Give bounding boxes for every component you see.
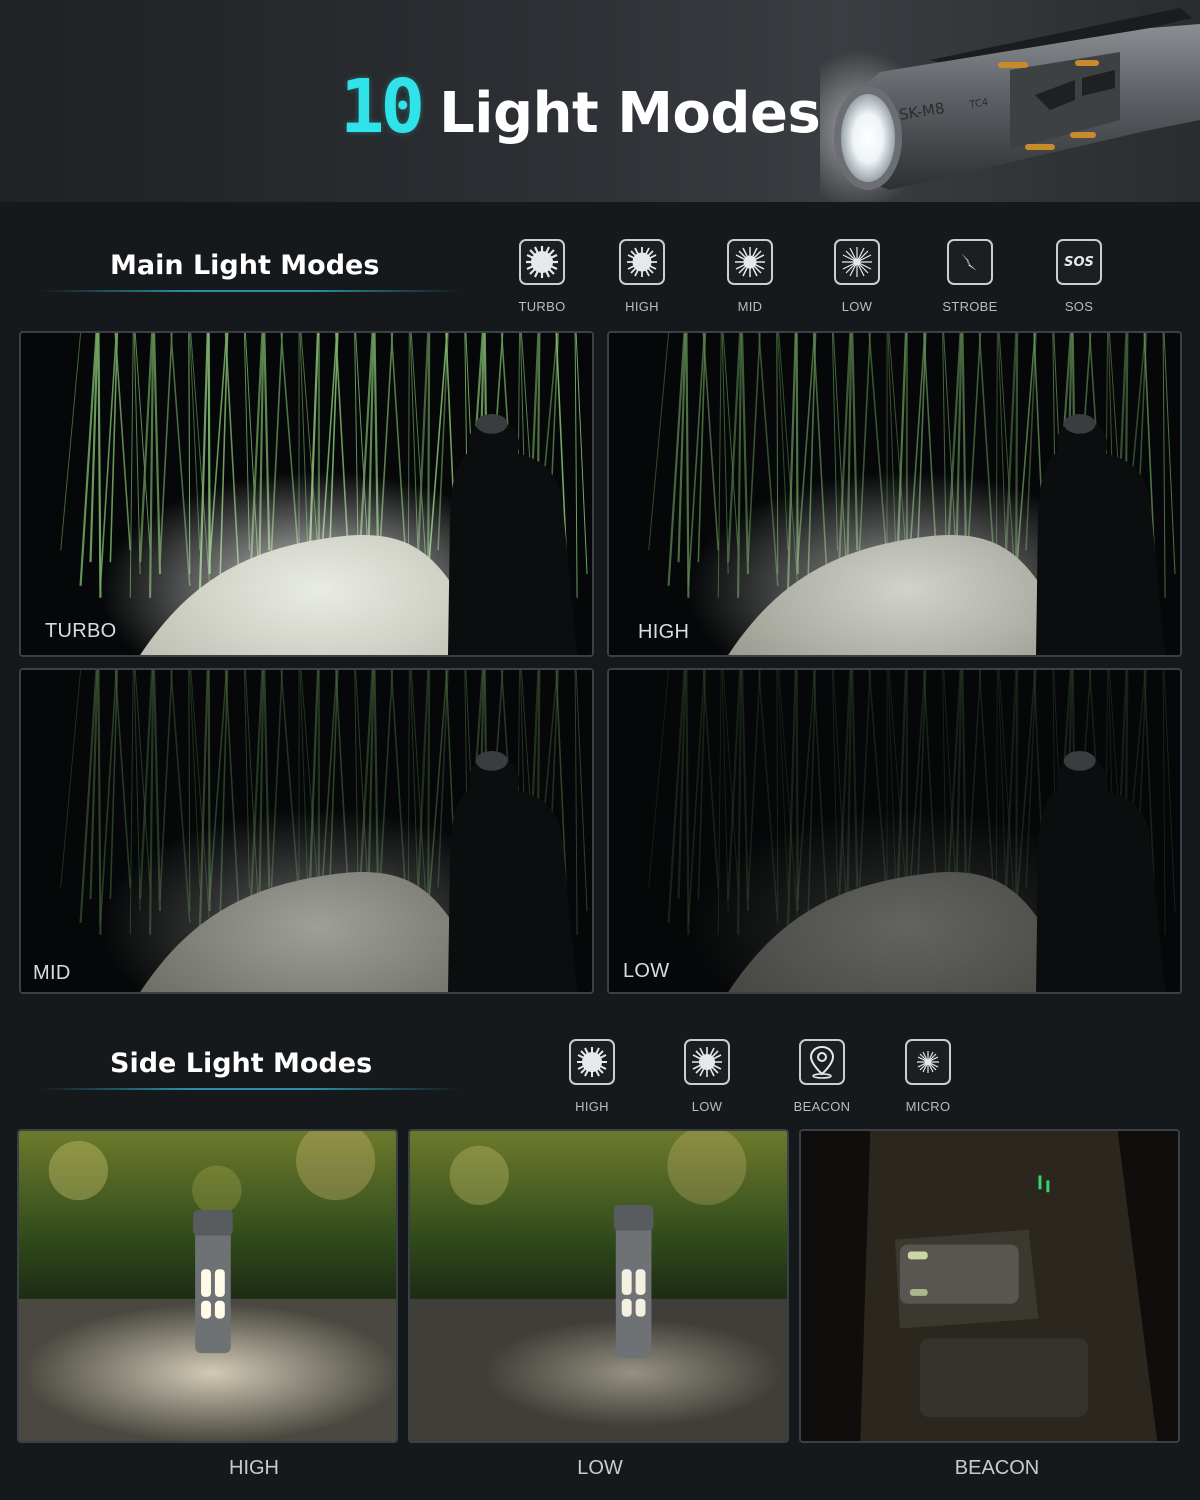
title-number: 10 <box>340 64 425 150</box>
high-burst-icon <box>569 1039 615 1085</box>
side-high-photo <box>17 1129 398 1443</box>
micro-burst-icon <box>905 1039 951 1085</box>
side-mode-high: HIGH <box>547 1039 637 1114</box>
mode-label: SOS <box>1064 299 1094 314</box>
side-beacon-photo <box>799 1129 1180 1443</box>
side-caption-high: HIGH <box>229 1457 279 1479</box>
mode-label: LOW <box>841 299 873 314</box>
sos-icon: SOS <box>1056 239 1102 285</box>
main-modes-heading: Main Light Modes <box>110 250 380 281</box>
mode-label: TURBO <box>518 299 566 314</box>
panel-label: HIGH <box>638 621 690 643</box>
mode-label: HIGH <box>575 1099 609 1114</box>
mode-low: LOW <box>812 239 902 314</box>
mode-label: LOW <box>691 1099 723 1114</box>
title-text: Light Modes <box>439 81 821 146</box>
mid-burst-icon <box>727 239 773 285</box>
low-burst-icon <box>684 1039 730 1085</box>
turbo-burst-icon <box>519 239 565 285</box>
high-photo: HIGH <box>607 331 1182 657</box>
location-pin-icon <box>799 1039 845 1085</box>
mode-turbo: TURBO <box>497 239 587 314</box>
mid-photo: MID <box>19 668 594 994</box>
side-mode-low: LOW <box>662 1039 752 1114</box>
side-low-photo <box>408 1129 789 1443</box>
mode-label: HIGH <box>625 299 659 314</box>
panel-label: MID <box>33 962 71 984</box>
sos-glyph: SOS <box>1064 254 1094 270</box>
side-mode-micro: MICRO <box>883 1039 973 1114</box>
mode-strobe: STROBE <box>925 239 1015 314</box>
mode-label: MICRO <box>905 1099 951 1114</box>
mode-mid: MID <box>705 239 795 314</box>
page-title: 10 Light Modes <box>340 64 821 150</box>
low-burst-icon <box>834 239 880 285</box>
turbo-photo: TURBO <box>19 331 594 657</box>
flashlight-illustration: SK-M8 TC4 <box>820 8 1200 202</box>
hero-banner: 10 Light Modes SK-M8 TC4 <box>0 0 1200 202</box>
side-caption-beacon: BEACON <box>954 1457 1040 1479</box>
low-photo: LOW <box>607 668 1182 994</box>
side-caption-low: LOW <box>577 1457 623 1479</box>
lightning-bolt-icon <box>947 239 993 285</box>
side-mode-beacon: BEACON <box>777 1039 867 1114</box>
high-burst-icon <box>619 239 665 285</box>
mode-label: STROBE <box>942 299 998 314</box>
mode-sos: SOS SOS <box>1034 239 1124 314</box>
mode-high: HIGH <box>597 239 687 314</box>
side-modes-underline <box>40 1088 460 1090</box>
panel-label: LOW <box>623 960 670 982</box>
side-modes-heading: Side Light Modes <box>110 1048 373 1079</box>
mode-label: BEACON <box>793 1099 851 1114</box>
mode-label: MID <box>737 299 763 314</box>
main-modes-underline <box>40 290 460 292</box>
panel-label: TURBO <box>45 620 117 642</box>
